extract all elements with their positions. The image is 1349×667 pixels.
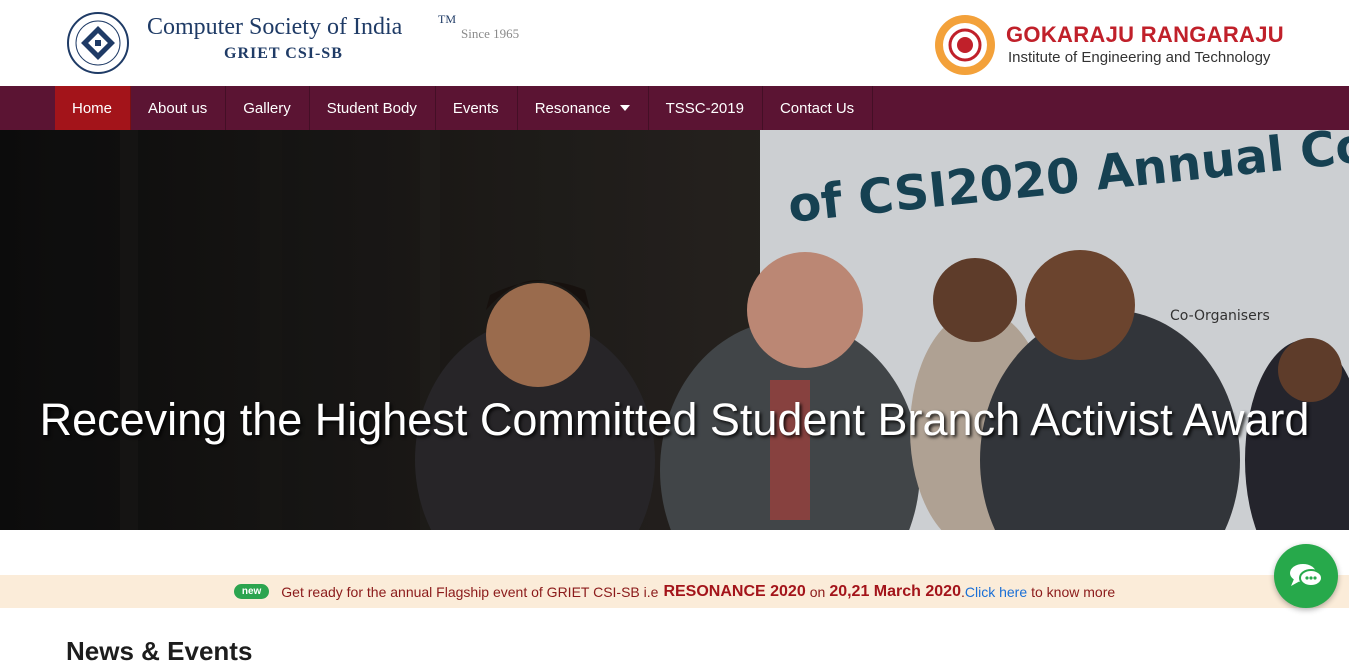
nav-label: Home [72, 99, 113, 117]
ticker-tail: to know more [1031, 583, 1116, 600]
nav-about[interactable]: About us [131, 86, 227, 130]
branch-name: GRIET CSI-SB [224, 45, 343, 62]
since-text: Since 1965 [461, 26, 520, 41]
trademark: TM [438, 12, 456, 26]
chat-button[interactable] [1274, 544, 1338, 608]
site-header: Computer Society of India TM Since 1965 … [0, 0, 1349, 86]
nav-label: TSSC-2019 [665, 99, 744, 117]
nav-label: About us [148, 99, 208, 117]
news-ticker: new Get ready for the annual Flagship ev… [0, 575, 1349, 608]
event-name: RESONANCE 2020 [663, 582, 806, 600]
ticker-on: on [809, 583, 826, 600]
nav-label: Gallery [243, 99, 291, 117]
nav-label: Events [452, 99, 499, 117]
college-subtitle: Institute of Engineering and Technology [1008, 49, 1271, 66]
hero-photo: of CSI2020 Annual Co Co-Organisers [0, 130, 1349, 530]
section-title: News & Events [66, 636, 253, 666]
nav-tssc[interactable]: TSSC-2019 [649, 86, 763, 130]
click-here-link[interactable]: Click here [965, 584, 1027, 600]
nav-events[interactable]: Events [436, 86, 518, 130]
nav-contact[interactable]: Contact Us [763, 86, 874, 130]
nav-student-body[interactable]: Student Body [310, 86, 436, 130]
ticker-text: Get ready for the annual Flagship event … [281, 583, 659, 600]
chevron-down-icon [619, 105, 630, 111]
nav-label: Student Body [326, 99, 417, 117]
nav-home[interactable]: Home [55, 86, 132, 130]
griet-logo[interactable] [934, 14, 996, 76]
csi-logo[interactable] [67, 12, 129, 74]
chat-icon [1290, 564, 1323, 587]
org-title: Computer Society of India [147, 14, 403, 40]
main-nav: Home About us Gallery Student Body Event… [0, 86, 1349, 130]
nav-resonance[interactable]: Resonance [518, 86, 649, 130]
nav-label: Contact Us [779, 99, 855, 117]
new-badge: new [233, 584, 270, 599]
event-date: 20,21 March 2020 [829, 582, 961, 600]
nav-label: Resonance [534, 99, 611, 117]
hero-slider: of CSI2020 Annual Co Co-Organisers Recev… [0, 130, 1349, 530]
college-name: GOKARAJU RANGARAJU [1006, 22, 1284, 47]
nav-gallery[interactable]: Gallery [226, 86, 310, 130]
hero-caption: Receving the Highest Committed Student B… [39, 394, 1310, 445]
